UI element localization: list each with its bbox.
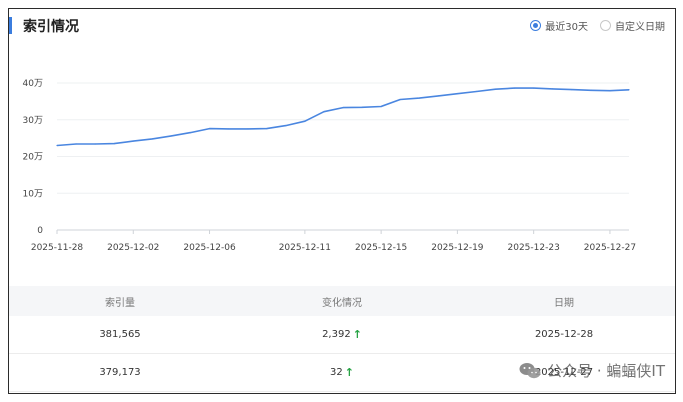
table-row: 381,565 2,392 ↑ 2025-12-28 — [9, 316, 675, 354]
range-option-custom-date[interactable]: 自定义日期 — [600, 18, 665, 33]
index-status-panel: 索引情况 最近30天 自定义日期 0 10万 20万 30万 40万 2025-11-28… — [8, 8, 676, 394]
data-point — [342, 107, 344, 109]
data-point — [266, 127, 268, 130]
data-point — [304, 120, 306, 122]
data-point — [514, 87, 516, 89]
range-option-label: 最近30天 — [545, 22, 588, 33]
panel-title: 索引情况 — [23, 19, 79, 35]
x-tick-label: 2025-12-27 — [584, 243, 636, 253]
data-point — [285, 125, 287, 127]
data-point — [151, 138, 153, 140]
cell-change: 32 ↑ — [231, 354, 453, 391]
data-point — [494, 88, 497, 90]
data-point — [113, 143, 115, 145]
y-tick-label: 10万 — [23, 189, 43, 199]
change-value: 2,392 — [322, 329, 351, 340]
range-option-last-30-days[interactable]: 最近30天 — [530, 18, 588, 33]
data-point — [437, 95, 439, 97]
data-point — [170, 135, 172, 137]
data-point — [609, 90, 611, 92]
cell-index-count: 381,565 — [99, 329, 141, 340]
change-value: 32 — [330, 367, 343, 378]
data-point — [56, 144, 58, 147]
data-point — [132, 140, 134, 142]
y-tick-label: 40万 — [23, 79, 43, 89]
x-tick-label: 2025-12-19 — [431, 243, 484, 253]
x-tick-label: 2025-12-11 — [279, 243, 331, 253]
data-point — [590, 89, 592, 91]
line-chart-svg: 0 10万 20万 30万 40万 2025-11-28 2025-12-02 2025-12… — [23, 79, 637, 253]
table-header-row: 索引量 变化情况 日期 — [9, 286, 675, 316]
header-date: 日期 — [554, 297, 574, 309]
y-tick-label: 30万 — [23, 116, 43, 126]
x-tick-label: 2025-12-02 — [107, 243, 159, 253]
data-point — [247, 128, 249, 130]
data-point — [361, 106, 363, 108]
series-line — [56, 87, 630, 147]
arrow-up-icon: ↑ — [352, 328, 362, 341]
radio-checked-icon[interactable] — [530, 20, 542, 31]
header-change: 变化情况 — [322, 297, 362, 309]
cell-change: 2,392 ↑ — [231, 316, 453, 353]
data-point — [456, 93, 458, 95]
data-point — [399, 98, 401, 101]
data-point — [94, 143, 96, 145]
title-accent-bar — [9, 17, 12, 34]
data-point — [571, 89, 573, 91]
x-tick-label: 2025-12-15 — [355, 243, 407, 253]
date-range-selector: 最近30天 自定义日期 — [530, 18, 665, 33]
data-point — [475, 90, 478, 93]
watermark: 公众号 · 蝙蝠侠IT — [519, 360, 665, 381]
panel-header: 索引情况 最近30天 自定义日期 — [9, 9, 675, 43]
data-point — [628, 89, 630, 91]
arrow-up-icon: ↑ — [344, 366, 354, 379]
cell-index-count: 379,173 — [99, 367, 141, 378]
data-point — [418, 97, 420, 99]
data-point — [380, 105, 382, 108]
cell-date: 2025-12-28 — [534, 329, 594, 340]
range-option-label: 自定义日期 — [615, 22, 665, 33]
data-point — [552, 88, 554, 90]
y-tick-label: 0 — [37, 226, 43, 236]
header-index-count: 索引量 — [105, 297, 135, 309]
x-tick-label: 2025-12-06 — [183, 243, 236, 253]
index-trend-chart: 0 10万 20万 30万 40万 2025-11-28 2025-12-02 2025-12… — [9, 43, 675, 259]
data-point — [228, 128, 230, 130]
data-point — [189, 132, 192, 134]
x-tick-label: 2025-12-23 — [508, 243, 560, 253]
x-tick-label: 2025-11-28 — [31, 243, 84, 253]
data-point — [533, 87, 535, 89]
data-point — [208, 127, 211, 130]
wechat-icon — [519, 362, 541, 378]
data-point — [75, 143, 77, 145]
y-tick-label: 20万 — [23, 153, 43, 163]
radio-unchecked-icon[interactable] — [600, 20, 611, 31]
watermark-text: 公众号 · 蝙蝠侠IT — [547, 362, 665, 380]
data-point — [323, 111, 325, 113]
